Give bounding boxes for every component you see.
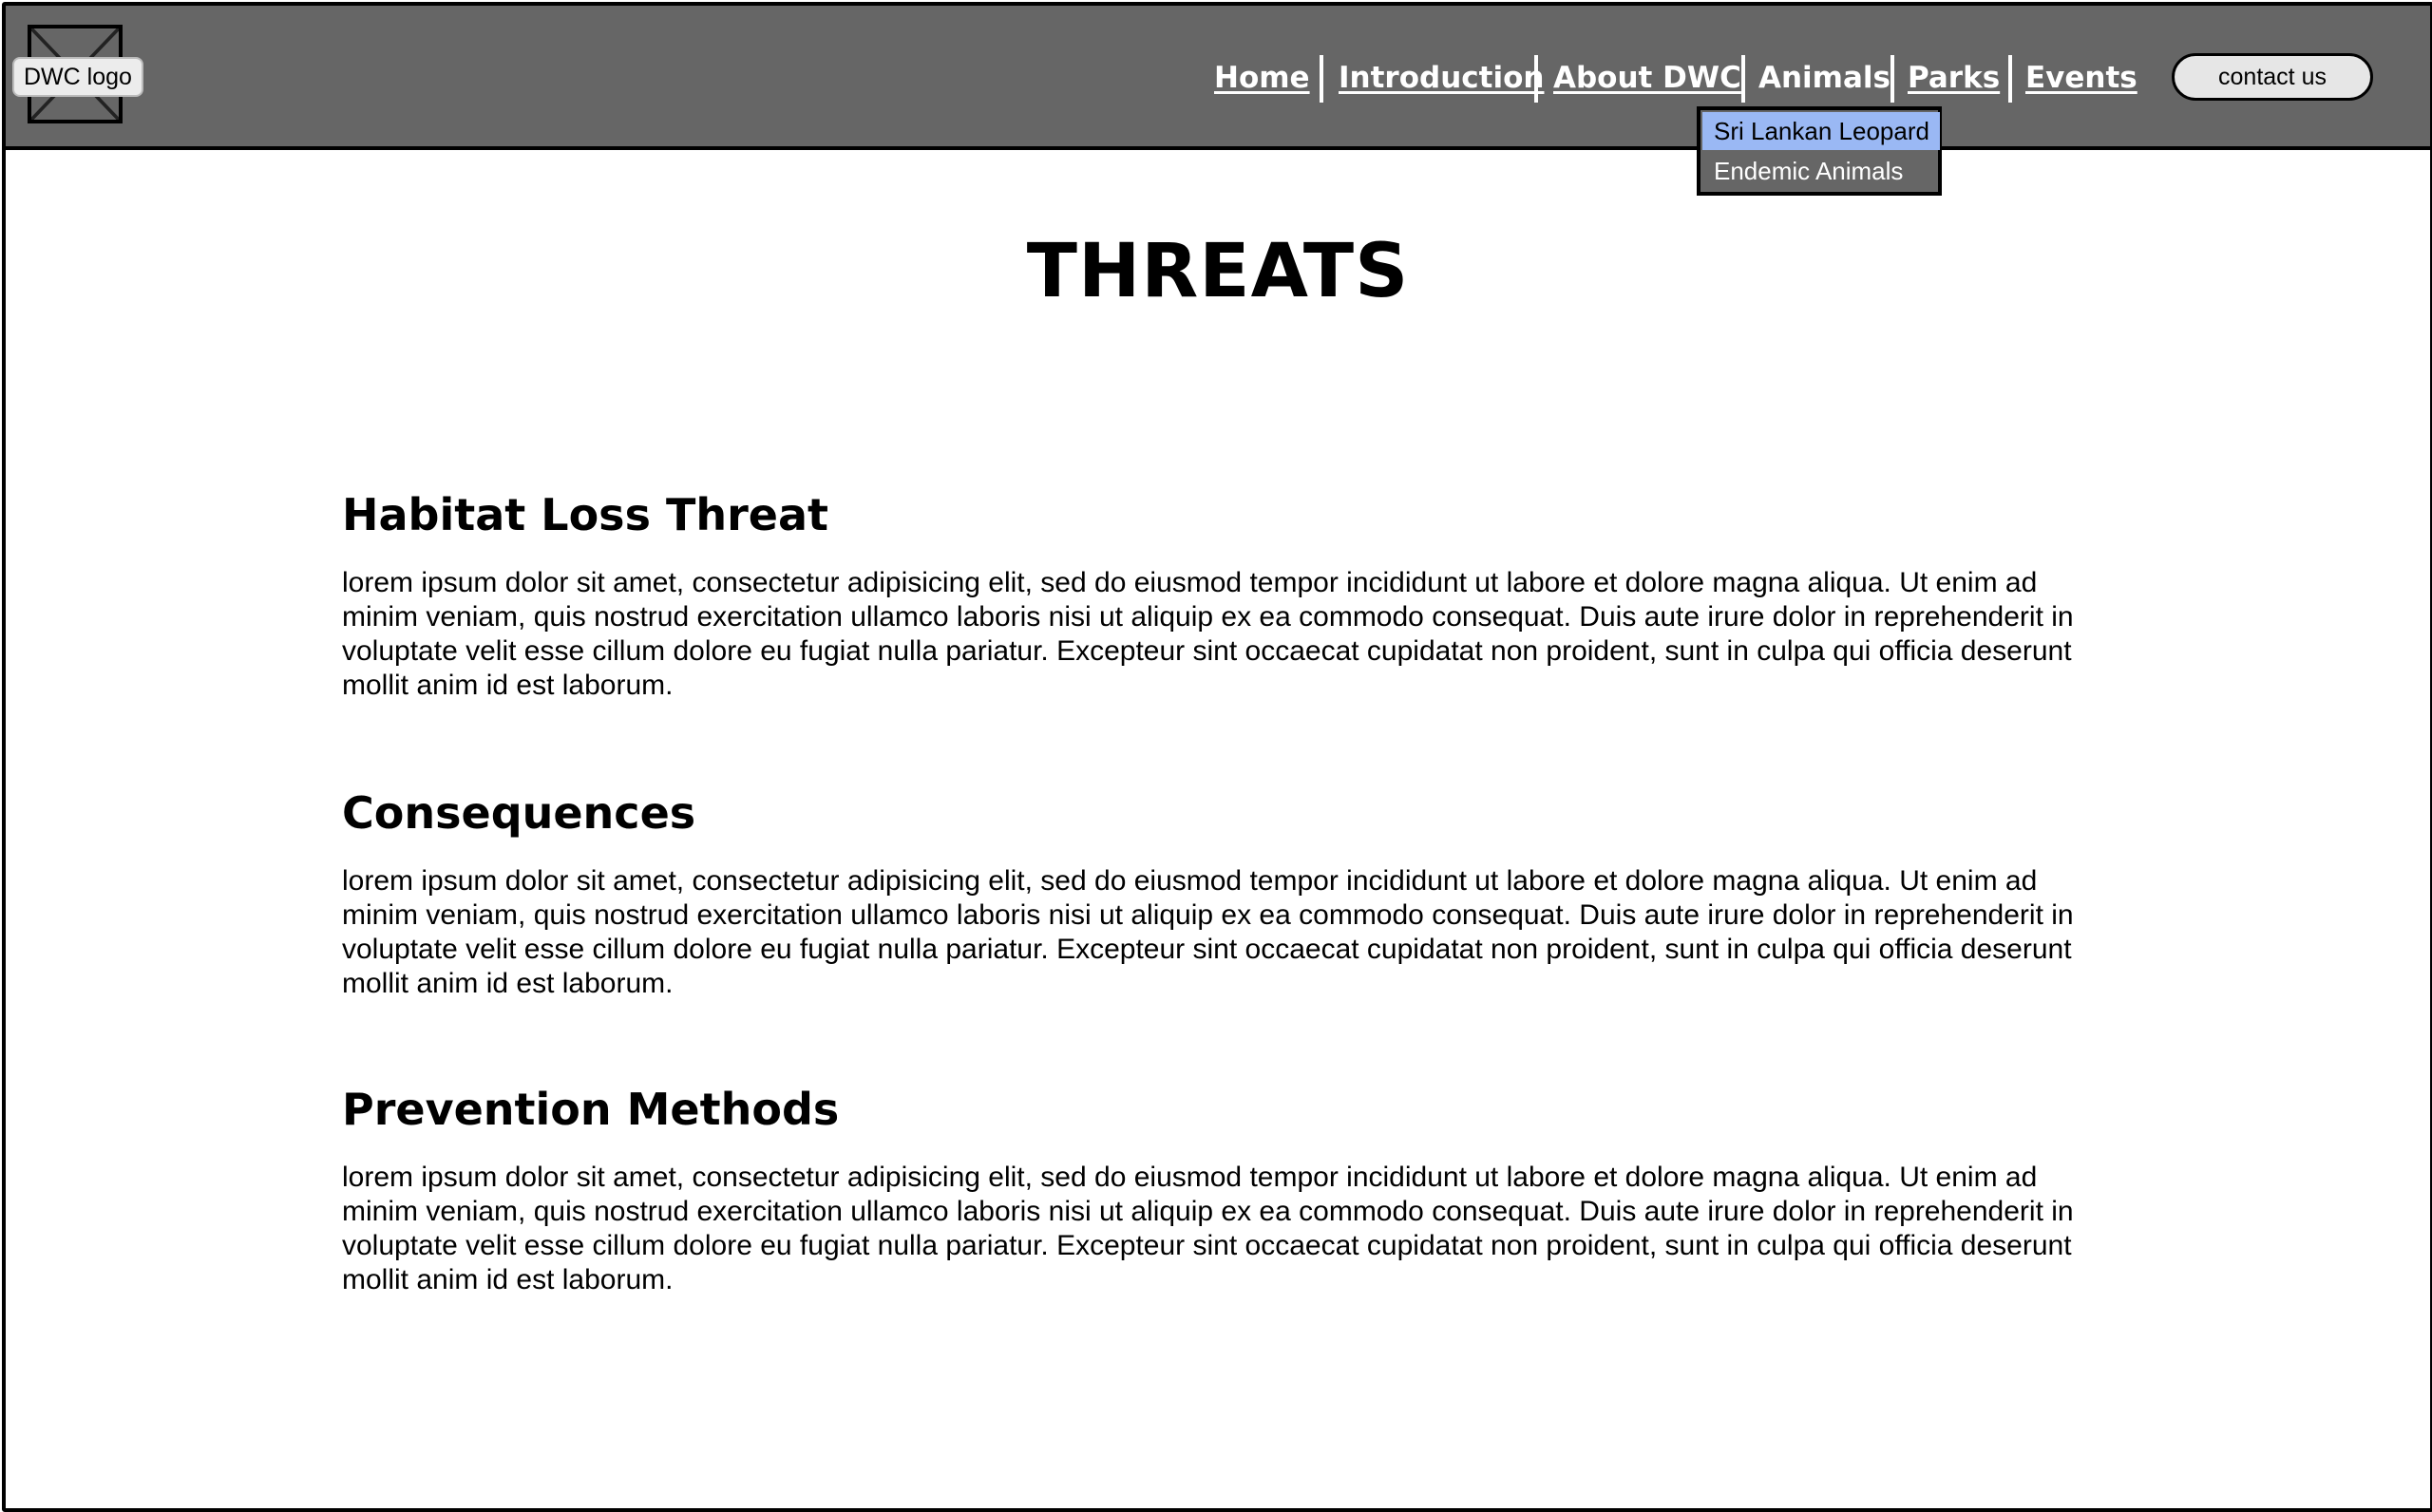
main-nav: Home Introduction About DWC Animals Park… xyxy=(6,55,2430,103)
nav-divider xyxy=(2008,55,2012,103)
nav-introduction[interactable]: Introduction xyxy=(1339,55,1544,101)
nav-about-dwc[interactable]: About DWC xyxy=(1553,55,1741,101)
section-body: lorem ipsum dolor sit amet, consectetur … xyxy=(342,865,2074,999)
site-header: DWC logo Home Introduction About DWC Ani… xyxy=(6,6,2430,150)
dropdown-item-sri-lankan-leopard[interactable]: Sri Lankan Leopard xyxy=(1702,112,1940,150)
section-body: lorem ipsum dolor sit amet, consectetur … xyxy=(342,567,2074,701)
section-heading: Prevention Methods xyxy=(342,1084,840,1135)
nav-divider xyxy=(1741,55,1745,103)
nav-divider xyxy=(1534,55,1538,103)
page-title: THREATS xyxy=(1026,229,1410,314)
contact-us-button[interactable]: contact us xyxy=(2172,53,2373,101)
section-body: lorem ipsum dolor sit amet, consectetur … xyxy=(342,1162,2074,1295)
nav-divider xyxy=(1890,55,1894,103)
animals-dropdown-menu: Sri Lankan Leopard Endemic Animals xyxy=(1697,106,1942,196)
nav-divider xyxy=(1320,55,1323,103)
nav-animals[interactable]: Animals xyxy=(1758,55,1890,101)
dropdown-item-endemic-animals[interactable]: Endemic Animals xyxy=(1702,152,1940,190)
browser-frame: DWC logo Home Introduction About DWC Ani… xyxy=(2,2,2432,1512)
nav-events[interactable]: Events xyxy=(2025,55,2138,101)
section-prevention-methods: Prevention Methods lorem ipsum dolor sit… xyxy=(342,1081,2128,1297)
nav-home[interactable]: Home xyxy=(1214,55,1310,101)
section-heading: Consequences xyxy=(342,787,696,839)
section-habitat-loss: Habitat Loss Threat lorem ipsum dolor si… xyxy=(342,486,2128,703)
section-consequences: Consequences lorem ipsum dolor sit amet,… xyxy=(342,784,2128,1001)
section-heading: Habitat Loss Threat xyxy=(342,489,828,540)
nav-parks[interactable]: Parks xyxy=(1908,55,2000,101)
